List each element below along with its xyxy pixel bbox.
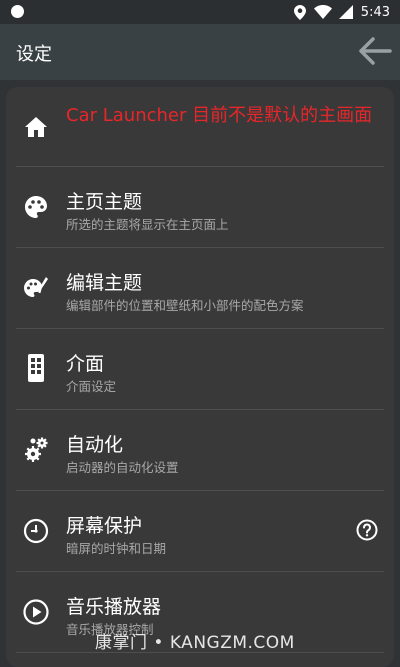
item-title: 介面 (66, 353, 105, 375)
item-title: 自动化 (66, 434, 124, 456)
palette-icon (22, 193, 50, 221)
screensaver-item[interactable]: 屏幕保护 暗屏的时钟和日期 (16, 491, 384, 572)
palette-brush-icon (22, 274, 50, 302)
status-bar: 5:43 (0, 0, 400, 24)
phone-grid-icon (22, 353, 50, 382)
watermark: 康掌门 • KANGZM.COM (95, 633, 295, 653)
toolbar: 设定 (0, 24, 400, 80)
default-launcher-warning-item[interactable]: Car Launcher 目前不是默认的主画面 (16, 87, 384, 167)
status-icons: 5:43 (293, 3, 390, 21)
page-title: 设定 (16, 44, 52, 65)
location-icon (293, 4, 306, 20)
item-subtitle: 编辑部件的位置和壁纸和小部件的配色方案 (66, 298, 304, 313)
item-title: 屏幕保护 (66, 515, 143, 537)
status-time: 5:43 (360, 4, 390, 20)
play-circle-icon (22, 598, 50, 626)
item-subtitle: 启动器的自动化设置 (66, 460, 179, 475)
back-arrow-icon[interactable] (358, 36, 392, 66)
clock-icon (22, 517, 50, 545)
interface-item[interactable]: 介面 介面设定 (16, 329, 384, 410)
notification-dot-icon (11, 5, 24, 18)
item-title: 音乐播放器 (66, 596, 162, 618)
edit-theme-item[interactable]: 编辑主题 编辑部件的位置和壁纸和小部件的配色方案 (16, 248, 384, 329)
item-subtitle: 暗屏的时钟和日期 (66, 541, 167, 556)
settings-card: Car Launcher 目前不是默认的主画面 主页主题 所选的主题将显示在主页… (6, 87, 394, 667)
item-subtitle: 所选的主题将显示在主页面上 (66, 217, 229, 232)
automation-item[interactable]: 自动化 启动器的自动化设置 (16, 410, 384, 491)
home-icon (22, 113, 50, 141)
help-icon[interactable] (356, 519, 378, 541)
wifi-icon (313, 5, 332, 19)
home-theme-item[interactable]: 主页主题 所选的主题将显示在主页面上 (16, 167, 384, 248)
gears-icon (22, 434, 50, 462)
item-title: 编辑主题 (66, 272, 143, 294)
warning-title: Car Launcher 目前不是默认的主画面 (66, 105, 373, 126)
battery-signal-icon (338, 5, 353, 19)
item-subtitle: 介面设定 (66, 379, 117, 394)
item-title: 主页主题 (66, 191, 143, 213)
